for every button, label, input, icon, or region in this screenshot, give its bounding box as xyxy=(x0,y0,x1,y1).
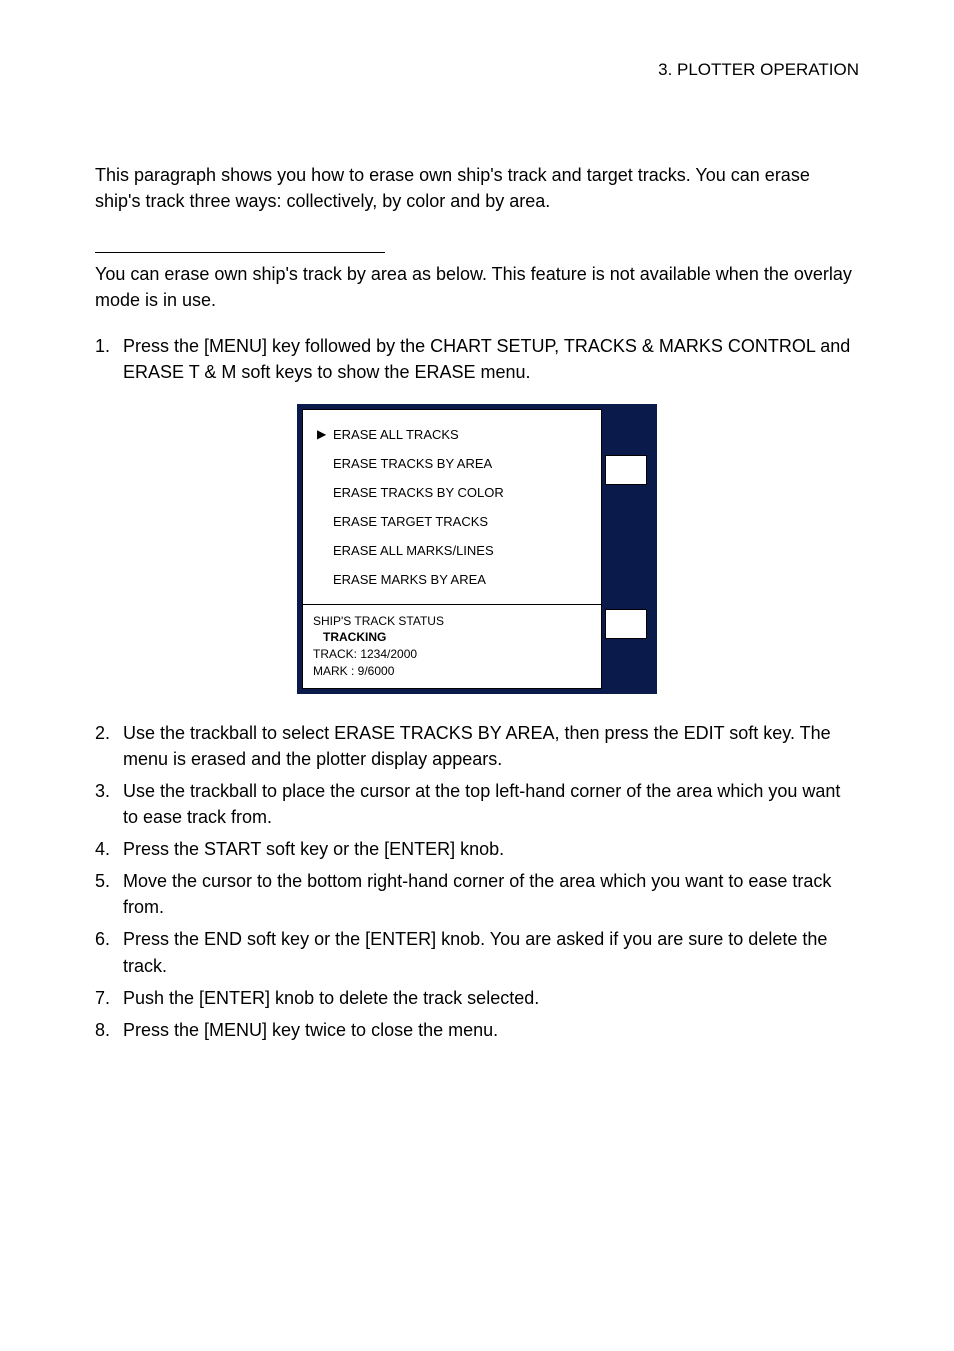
step-text: Press the END soft key or the [ENTER] kn… xyxy=(123,926,859,978)
menu-item-erase-all-tracks: ▶ ERASE ALL TRACKS xyxy=(313,420,591,449)
menu-item-erase-marks-area: ERASE MARKS BY AREA xyxy=(313,565,591,594)
steps-bottom-list: 2. Use the trackball to select ERASE TRA… xyxy=(95,720,859,1043)
step-text: Use the trackball to place the cursor at… xyxy=(123,778,859,830)
soft-key-button-2 xyxy=(605,609,647,639)
step-2: 2. Use the trackball to select ERASE TRA… xyxy=(95,720,859,772)
menu-item-erase-target-tracks: ERASE TARGET TRACKS xyxy=(313,507,591,536)
menu-item-label: ERASE ALL MARKS/LINES xyxy=(333,543,494,558)
status-track-count: TRACK: 1234/2000 xyxy=(313,646,591,663)
step-number: 4. xyxy=(95,836,123,862)
step-number: 8. xyxy=(95,1017,123,1043)
step-8: 8. Press the [MENU] key twice to close t… xyxy=(95,1017,859,1043)
step-1: 1. Press the [MENU] key followed by the … xyxy=(95,333,859,385)
cursor-arrow-icon: ▶ xyxy=(317,427,333,441)
step-text: Push the [ENTER] knob to delete the trac… xyxy=(123,985,859,1011)
ship-track-status: SHIP'S TRACK STATUS TRACKING TRACK: 1234… xyxy=(303,605,601,688)
step-text: Move the cursor to the bottom right-hand… xyxy=(123,868,859,920)
step-number: 3. xyxy=(95,778,123,830)
step-number: 1. xyxy=(95,333,123,385)
step-text: Press the [MENU] key followed by the CHA… xyxy=(123,333,859,385)
step-4: 4. Press the START soft key or the [ENTE… xyxy=(95,836,859,862)
section-header: 3. PLOTTER OPERATION xyxy=(95,60,859,80)
erase-menu-figure: ▶ ERASE ALL TRACKS ERASE TRACKS BY AREA … xyxy=(297,404,657,694)
menu-list: ▶ ERASE ALL TRACKS ERASE TRACKS BY AREA … xyxy=(303,410,601,605)
status-tracking: TRACKING xyxy=(313,629,591,646)
step-text: Use the trackball to select ERASE TRACKS… xyxy=(123,720,859,772)
menu-item-erase-tracks-color: ERASE TRACKS BY COLOR xyxy=(313,478,591,507)
step-text: Press the [MENU] key twice to close the … xyxy=(123,1017,859,1043)
soft-key-column xyxy=(602,409,650,689)
step-3: 3. Use the trackball to place the cursor… xyxy=(95,778,859,830)
step-number: 5. xyxy=(95,868,123,920)
menu-item-label: ERASE TRACKS BY AREA xyxy=(333,456,492,471)
soft-key-button-1 xyxy=(605,455,647,485)
step-number: 2. xyxy=(95,720,123,772)
step-7: 7. Push the [ENTER] knob to delete the t… xyxy=(95,985,859,1011)
step-6: 6. Press the END soft key or the [ENTER]… xyxy=(95,926,859,978)
menu-item-label: ERASE MARKS BY AREA xyxy=(333,572,486,587)
menu-item-erase-tracks-area: ERASE TRACKS BY AREA xyxy=(313,449,591,478)
intro-paragraph: This paragraph shows you how to erase ow… xyxy=(95,162,859,214)
menu-panel: ▶ ERASE ALL TRACKS ERASE TRACKS BY AREA … xyxy=(302,409,602,689)
step-number: 6. xyxy=(95,926,123,978)
menu-item-label: ERASE TRACKS BY COLOR xyxy=(333,485,504,500)
step-number: 7. xyxy=(95,985,123,1011)
status-title: SHIP'S TRACK STATUS xyxy=(313,613,591,630)
menu-outer-frame: ▶ ERASE ALL TRACKS ERASE TRACKS BY AREA … xyxy=(297,404,657,694)
status-mark-count: MARK : 9/6000 xyxy=(313,663,591,680)
divider-line xyxy=(95,252,385,253)
menu-item-label: ERASE ALL TRACKS xyxy=(333,427,459,442)
menu-item-erase-all-marks: ERASE ALL MARKS/LINES xyxy=(313,536,591,565)
sub-paragraph: You can erase own ship's track by area a… xyxy=(95,261,859,313)
menu-item-label: ERASE TARGET TRACKS xyxy=(333,514,488,529)
step-text: Press the START soft key or the [ENTER] … xyxy=(123,836,859,862)
step-5: 5. Move the cursor to the bottom right-h… xyxy=(95,868,859,920)
